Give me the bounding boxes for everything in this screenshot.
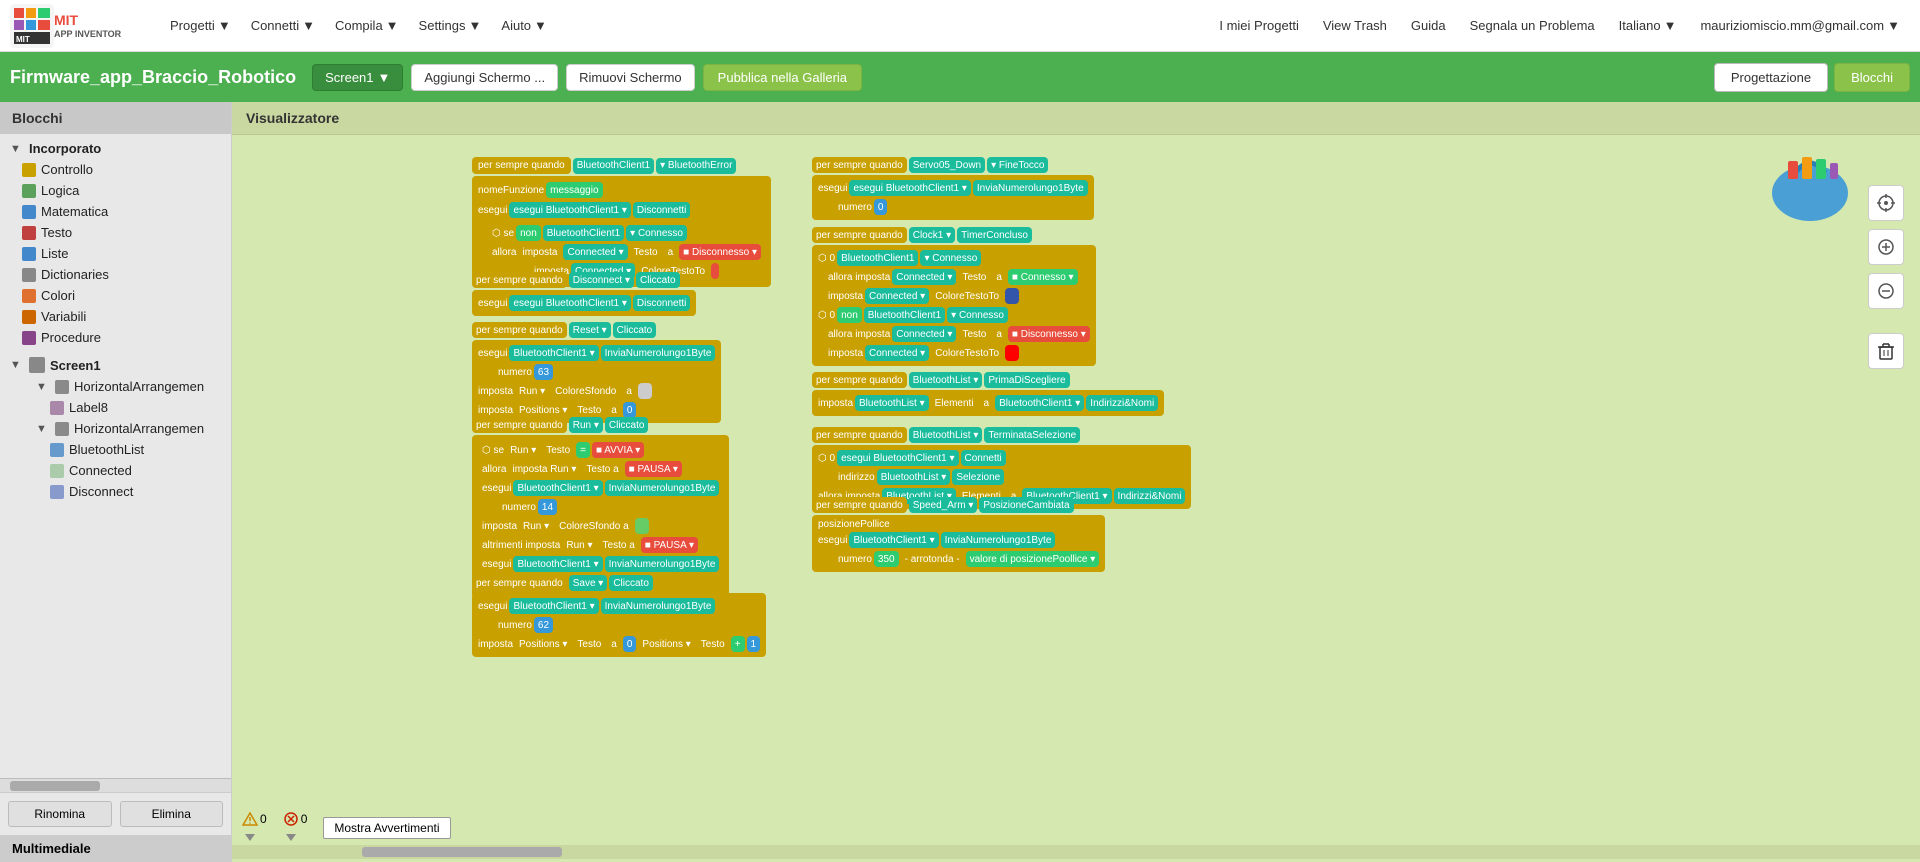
sidebar-item-bluetoothlist[interactable]: BluetoothList: [0, 439, 231, 460]
nav-segnala[interactable]: Segnala un Problema: [1460, 12, 1605, 39]
down-arrow2-icon: [283, 829, 299, 845]
zoom-out-icon: [1876, 281, 1896, 301]
sidebar-item-horizontal2[interactable]: ▼ HorizontalArrangemen: [0, 418, 231, 439]
blocchi-button[interactable]: Blocchi: [1834, 63, 1910, 92]
remove-screen-button[interactable]: Rimuovi Schermo: [566, 64, 695, 91]
screen1-expand-icon: ▼: [10, 359, 24, 371]
progettazione-button[interactable]: Progettazione: [1714, 63, 1828, 92]
project-bar: Firmware_app_Braccio_Robotico Screen1 ▼ …: [0, 52, 1920, 102]
sidebar-item-colori[interactable]: Colori: [0, 285, 231, 306]
sidebar-item-logica[interactable]: Logica: [0, 180, 231, 201]
variabili-color: [22, 310, 36, 324]
sidebar-item-matematica[interactable]: Matematica: [0, 201, 231, 222]
canvas-hscroll-thumb: [362, 847, 562, 857]
sidebar-item-label8[interactable]: Label8: [0, 397, 231, 418]
screen1-icon: [29, 357, 45, 373]
colori-color: [22, 289, 36, 303]
block-group-9[interactable]: per sempre quando Save ▾ Cliccato esegui…: [472, 573, 766, 657]
warning-count: 0: [260, 812, 267, 826]
rename-button[interactable]: Rinomina: [8, 801, 112, 827]
block-group-10[interactable]: per sempre quando Speed_Arm ▾ PosizioneC…: [812, 495, 1105, 572]
nav-right-area: I miei Progetti View Trash Guida Segnala…: [1209, 12, 1910, 39]
logo-area: MIT MIT APP INVENTOR: [10, 4, 140, 48]
trash-icon: [1875, 340, 1897, 362]
mit-logo-icon: MIT: [10, 4, 54, 48]
canvas-horizontal-scrollbar[interactable]: [232, 845, 1920, 859]
view-toggle: Progettazione Blocchi: [1714, 63, 1910, 92]
block-group-7[interactable]: per sempre quando Run ▾ Cliccato ⬡ se Ru…: [472, 415, 729, 598]
warning-triangle-icon: [242, 811, 258, 827]
matematica-color: [22, 205, 36, 219]
project-title: Firmware_app_Braccio_Robotico: [10, 67, 296, 88]
block-group-5[interactable]: per sempre quando Reset ▾ Cliccato esegu…: [472, 320, 721, 423]
publish-gallery-button[interactable]: Pubblica nella Galleria: [703, 64, 862, 91]
nav-view-trash[interactable]: View Trash: [1313, 12, 1397, 39]
screen-selector[interactable]: Screen1 ▼: [312, 64, 403, 91]
block-group-6[interactable]: per sempre quando BluetoothList ▾ PrimaD…: [812, 370, 1164, 416]
logica-color: [22, 184, 36, 198]
sidebar-bottom-buttons: Rinomina Elimina: [0, 792, 231, 835]
error-count: 0: [301, 812, 308, 826]
logo-text: MIT APP INVENTOR: [54, 12, 121, 40]
sidebar-item-connected[interactable]: Connected: [0, 460, 231, 481]
nav-guida[interactable]: Guida: [1401, 12, 1456, 39]
nav-miei-progetti[interactable]: I miei Progetti: [1209, 12, 1308, 39]
h2-expand: ▼: [36, 423, 50, 435]
svg-text:MIT: MIT: [16, 35, 30, 44]
sidebar-item-screen1[interactable]: ▼ Screen1: [0, 354, 231, 376]
nav-italiano[interactable]: Italiano ▼: [1609, 12, 1687, 39]
error-x-icon: [283, 811, 299, 827]
sidebar-item-dictionaries[interactable]: Dictionaries: [0, 264, 231, 285]
right-controls: [1868, 185, 1904, 369]
app-inventor-logo: [1760, 143, 1860, 223]
top-navigation: MIT MIT APP INVENTOR Progetti ▼ Connetti…: [0, 0, 1920, 52]
block-group-3[interactable]: per sempre quando Disconnect ▾ Cliccato …: [472, 270, 696, 316]
block-group-2[interactable]: per sempre quando Servo05_Down ▾ FineToc…: [812, 155, 1094, 220]
zoom-in-button[interactable]: [1868, 229, 1904, 265]
main-area: Blocchi ▼ Incorporato Controllo Logica M…: [0, 102, 1920, 862]
expand-icon: ▼: [10, 143, 24, 155]
down-arrow-icon: [242, 829, 258, 845]
dictionaries-color: [22, 268, 36, 282]
sidebar: Blocchi ▼ Incorporato Controllo Logica M…: [0, 102, 232, 862]
nav-connetti[interactable]: Connetti ▼: [241, 12, 325, 39]
sidebar-footer: Multimediale: [0, 835, 231, 862]
sidebar-item-horizontal1[interactable]: ▼ HorizontalArrangemen: [0, 376, 231, 397]
trash-button[interactable]: [1868, 333, 1904, 369]
canvas-area: Visualizzatore: [232, 102, 1920, 862]
nav-aiuto[interactable]: Aiuto ▼: [491, 12, 557, 39]
delete-button[interactable]: Elimina: [120, 801, 224, 827]
crosshair-button[interactable]: [1868, 185, 1904, 221]
block-group-4[interactable]: per sempre quando Clock1 ▾ TimerConcluso…: [812, 225, 1096, 366]
h1-expand: ▼: [36, 381, 50, 393]
sidebar-item-testo[interactable]: Testo: [0, 222, 231, 243]
procedure-color: [22, 331, 36, 345]
sidebar-item-variabili[interactable]: Variabili: [0, 306, 231, 327]
nav-progetti[interactable]: Progetti ▼: [160, 12, 241, 39]
nav-user-email[interactable]: mauriziomiscio.mm@gmail.com ▼: [1690, 12, 1910, 39]
sidebar-title: Blocchi: [0, 102, 231, 134]
sidebar-item-disconnect[interactable]: Disconnect: [0, 481, 231, 502]
sidebar-hscroll[interactable]: [0, 778, 231, 792]
show-warnings-button[interactable]: Mostra Avvertimenti: [323, 817, 450, 839]
nav-settings[interactable]: Settings ▼: [409, 12, 492, 39]
block-group-1[interactable]: per sempre quando BluetoothClient1 ▾ Blu…: [472, 155, 771, 287]
sidebar-item-liste[interactable]: Liste: [0, 243, 231, 264]
nav-compila[interactable]: Compila ▼: [325, 12, 409, 39]
canvas-content[interactable]: per sempre quando BluetoothClient1 ▾ Blu…: [232, 135, 1920, 859]
scroll-thumb: [10, 781, 100, 791]
sidebar-item-procedure[interactable]: Procedure: [0, 327, 231, 348]
sidebar-item-incorporato[interactable]: ▼ Incorporato: [0, 138, 231, 159]
warning-bar: 0 0: [242, 811, 451, 845]
canvas-title: Visualizzatore: [232, 102, 1920, 135]
zoom-out-button[interactable]: [1868, 273, 1904, 309]
crosshair-icon: [1876, 193, 1896, 213]
liste-color: [22, 247, 36, 261]
testo-color: [22, 226, 36, 240]
add-screen-button[interactable]: Aggiungi Schermo ...: [411, 64, 558, 91]
sidebar-item-controllo[interactable]: Controllo: [0, 159, 231, 180]
controllo-color: [22, 163, 36, 177]
zoom-in-icon: [1876, 237, 1896, 257]
sidebar-content: ▼ Incorporato Controllo Logica Matematic…: [0, 134, 231, 778]
